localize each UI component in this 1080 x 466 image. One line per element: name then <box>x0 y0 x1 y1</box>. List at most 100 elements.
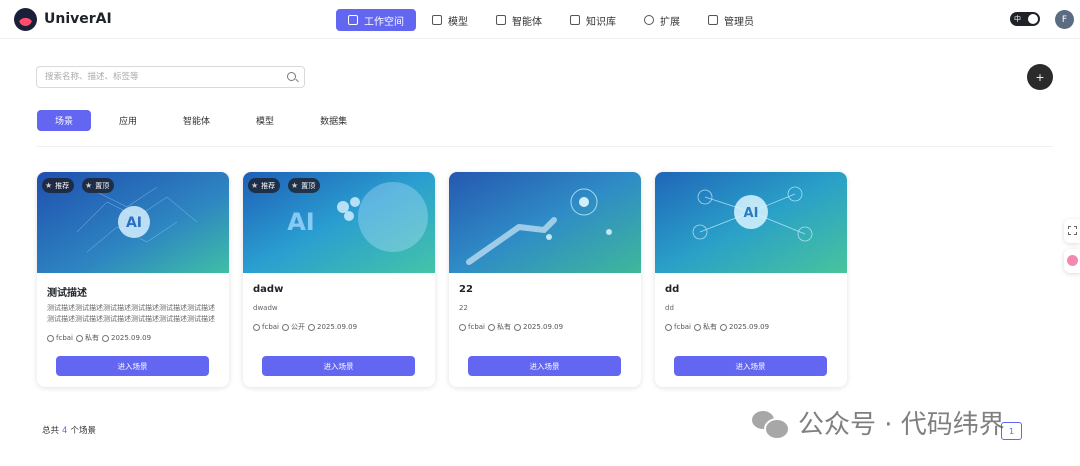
main-nav: 工作空间 模型 智能体 知识库 扩展 管理员 <box>336 9 770 31</box>
clock-icon <box>514 323 521 331</box>
card-visibility: 私有 <box>497 323 511 331</box>
wechat-icon <box>752 408 790 440</box>
scene-card[interactable]: AI ★ 推荐 ★ 置顶 dadw dwadw fcbai 公开 2025.09.0… <box>243 172 435 387</box>
enter-scene-button[interactable]: 进入场景 <box>262 356 415 376</box>
star-icon: ★ <box>85 181 93 190</box>
search-input[interactable] <box>45 70 275 84</box>
badge-label: 置顶 <box>95 181 110 190</box>
nav-label: 知识库 <box>586 16 616 28</box>
card-description: dwadw <box>253 304 278 312</box>
user-avatar[interactable]: F <box>1055 10 1074 29</box>
card-author: fcbai <box>56 334 73 342</box>
nav-label: 管理员 <box>724 16 754 28</box>
card-date: 2025.09.09 <box>523 323 564 331</box>
scene-card[interactable]: AI ★ 推荐 ★ 置顶 测试描述 测试描述测试描述测试描述测试描述测试描述测试描述… <box>37 172 229 387</box>
card-cover-image <box>449 172 641 273</box>
card-visibility: 私有 <box>85 334 99 342</box>
tab-scenes[interactable]: 场景 <box>37 110 92 131</box>
card-meta: fcbai 私有 2025.09.09 <box>459 322 563 332</box>
nav-models[interactable]: 模型 <box>420 9 480 31</box>
scene-card[interactable]: 22 22 fcbai 私有 2025.09.09 进入场景 <box>449 172 641 387</box>
recommended-badge: ★ 推荐 <box>42 178 75 193</box>
card-description: dd <box>665 304 674 312</box>
book-icon <box>570 15 580 25</box>
univerai-logo[interactable] <box>14 8 37 31</box>
side-tool-assistant[interactable] <box>1064 249 1080 273</box>
watermark: 公众号 · 代码纬界 <box>752 404 1005 441</box>
total-suffix: 个场景 <box>70 426 96 436</box>
total-count: 总共 4 个场景 <box>42 424 96 436</box>
side-tool-grid[interactable] <box>1064 219 1080 243</box>
user-icon <box>459 323 466 331</box>
watermark-text: 公众号 · 代码纬界 <box>798 410 1005 440</box>
star-icon: ★ <box>45 181 53 190</box>
svg-text:AI: AI <box>126 215 142 231</box>
card-cover-image: AI <box>655 172 847 273</box>
recommended-badge: ★ 推荐 <box>248 178 281 193</box>
card-date: 2025.09.09 <box>317 323 358 331</box>
pinned-badge: ★ 置顶 <box>82 178 115 193</box>
card-author: fcbai <box>468 323 485 331</box>
phone-icon <box>496 15 506 25</box>
card-meta: fcbai 私有 2025.09.09 <box>47 333 151 343</box>
card-meta: fcbai 公开 2025.09.09 <box>253 322 357 332</box>
category-tabs: 场景 应用 智能体 模型 数据集 <box>37 110 375 131</box>
nav-knowledge-base[interactable]: 知识库 <box>558 9 628 31</box>
divider <box>37 146 1053 147</box>
enter-scene-button[interactable]: 进入场景 <box>56 356 209 376</box>
card-meta: fcbai 私有 2025.09.09 <box>665 322 769 332</box>
eye-icon <box>282 323 289 331</box>
eye-icon <box>694 323 701 331</box>
card-description: 测试描述测试描述测试描述测试描述测试描述测试描述测试描述测试描述测试描述测试描述… <box>47 304 215 323</box>
language-toggle[interactable]: 中 <box>1010 12 1040 26</box>
tab-models[interactable]: 模型 <box>238 110 292 131</box>
card-title: 22 <box>459 284 473 295</box>
star-icon: ★ <box>251 181 259 190</box>
card-visibility: 公开 <box>291 323 305 331</box>
card-date: 2025.09.09 <box>111 334 152 342</box>
admin-icon <box>708 15 718 25</box>
nav-extensions[interactable]: 扩展 <box>632 9 692 31</box>
card-author: fcbai <box>262 323 279 331</box>
add-button[interactable]: + <box>1027 64 1053 90</box>
card-date: 2025.09.09 <box>729 323 770 331</box>
nav-label: 工作空间 <box>364 16 404 28</box>
card-title: dd <box>665 284 680 295</box>
top-header: UniverAI 工作空间 模型 智能体 知识库 扩展 管理员 中 F <box>0 0 1080 39</box>
badge-label: 置顶 <box>301 181 316 190</box>
app-name[interactable]: UniverAI <box>44 11 112 27</box>
card-title: 测试描述 <box>47 288 87 299</box>
nav-label: 扩展 <box>660 16 680 28</box>
enter-scene-button[interactable]: 进入场景 <box>468 356 621 376</box>
tab-agents[interactable]: 智能体 <box>165 110 228 131</box>
nav-admin[interactable]: 管理员 <box>696 9 766 31</box>
clock-icon <box>308 323 315 331</box>
tab-datasets[interactable]: 数据集 <box>302 110 365 131</box>
card-description: 22 <box>459 304 468 312</box>
monitor-icon <box>348 15 358 25</box>
nav-agents[interactable]: 智能体 <box>484 9 554 31</box>
tab-apps[interactable]: 应用 <box>101 110 155 131</box>
card-author: fcbai <box>674 323 691 331</box>
card-visibility: 私有 <box>703 323 717 331</box>
badge-label: 推荐 <box>261 181 276 190</box>
language-label: 中 <box>1014 15 1021 23</box>
eye-icon <box>76 334 83 342</box>
total-number: 4 <box>62 426 68 436</box>
search-icon[interactable] <box>287 72 296 81</box>
card-title: dadw <box>253 284 284 295</box>
svg-text:AI: AI <box>287 208 315 236</box>
user-icon <box>47 334 54 342</box>
svg-text:AI: AI <box>744 206 759 221</box>
clock-icon <box>720 323 727 331</box>
scene-card[interactable]: AI dd dd fcbai 私有 2025.09.09 进入场景 <box>655 172 847 387</box>
user-icon <box>665 323 672 331</box>
nav-label: 智能体 <box>512 16 542 28</box>
nav-label: 模型 <box>448 16 468 28</box>
nav-workspace[interactable]: 工作空间 <box>336 9 416 31</box>
assistant-icon <box>1067 255 1078 266</box>
badge-label: 推荐 <box>55 181 70 190</box>
grid-icon <box>1068 226 1077 235</box>
eye-icon <box>488 323 495 331</box>
enter-scene-button[interactable]: 进入场景 <box>674 356 827 376</box>
